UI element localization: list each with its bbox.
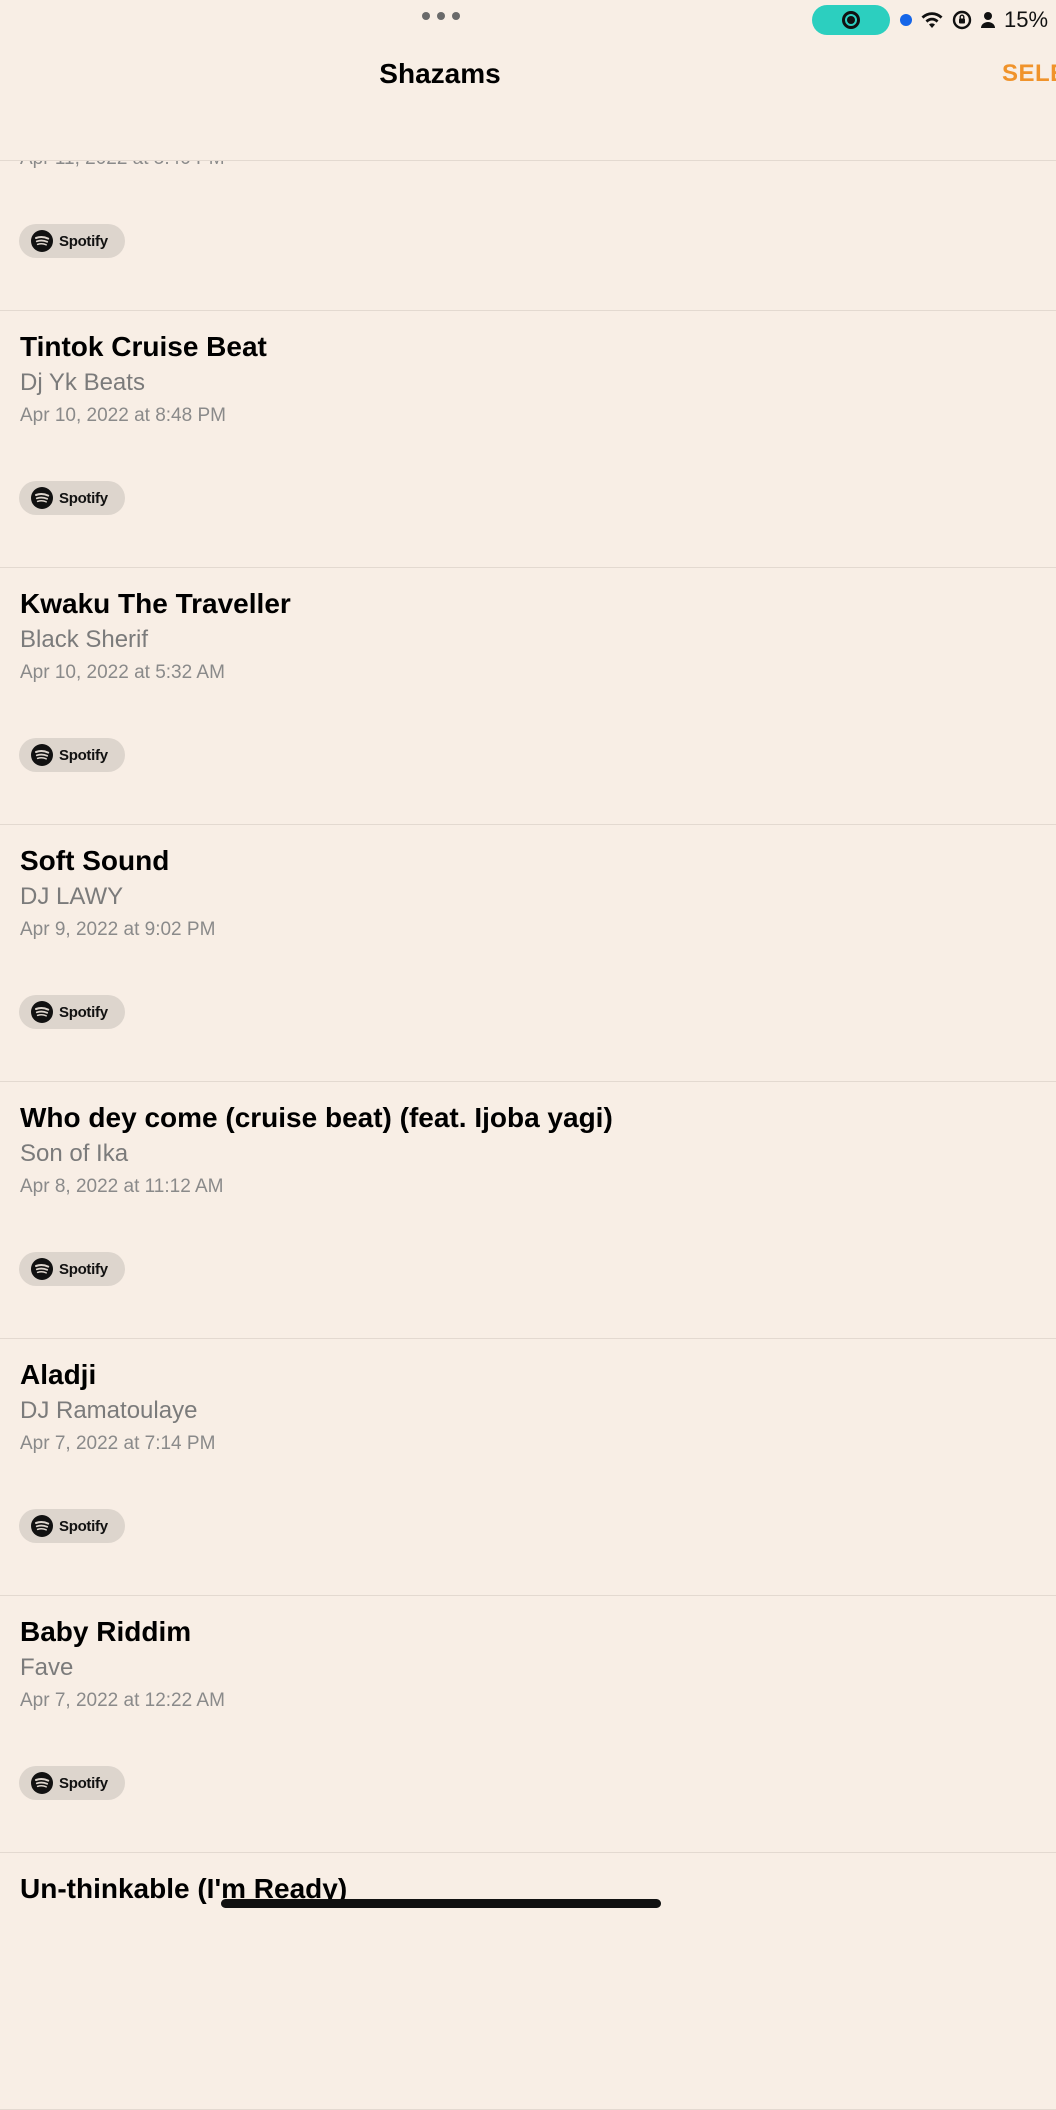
shazam-date: Apr 10, 2022 at 8:48 PM [20, 405, 226, 426]
spotify-icon [31, 1001, 53, 1023]
page-title: Shazams [379, 58, 501, 89]
shazam-date: Apr 8, 2022 at 11:12 AM [20, 1176, 224, 1197]
spotify-button[interactable]: Spotify [19, 995, 125, 1029]
song-title: Who dey come (cruise beat) (feat. Ijoba … [20, 1102, 613, 1133]
spotify-label: Spotify [59, 1003, 108, 1021]
list-item[interactable]: Who dey come (cruise beat) (feat. Ijoba … [0, 1082, 1056, 1339]
spotify-icon [31, 1258, 53, 1280]
list-item[interactable]: Baby Riddim Fave Apr 7, 2022 at 12:22 AM… [0, 1596, 1056, 1853]
spotify-button[interactable]: Spotify [19, 1509, 125, 1543]
song-artist: Fave [20, 1654, 74, 1681]
song-title: Tintok Cruise Beat [20, 331, 267, 362]
song-artist: Dj Yk Beats [20, 369, 145, 396]
spotify-button[interactable]: Spotify [19, 481, 125, 515]
song-artist: DJ LAWY [20, 883, 124, 910]
list-item[interactable]: Tintok Cruise Beat Dj Yk Beats Apr 10, 2… [0, 311, 1056, 568]
list-item[interactable]: Kwaku The Traveller Black Sherif Apr 10,… [0, 568, 1056, 825]
song-artist: DJ Ramatoulaye [20, 1397, 198, 1424]
select-button[interactable]: SELE [1002, 60, 1056, 88]
song-artist: Son of Ika [20, 1140, 129, 1167]
song-title: Kwaku The Traveller [20, 588, 291, 619]
spotify-icon [31, 744, 53, 766]
song-artist: Black Sherif [20, 626, 149, 653]
song-title: Baby Riddim [20, 1616, 192, 1647]
spotify-label: Spotify [59, 1517, 108, 1535]
spotify-button[interactable]: Spotify [19, 224, 125, 258]
spotify-button[interactable]: Spotify [19, 1252, 125, 1286]
spotify-label: Spotify [59, 232, 108, 250]
spotify-icon [31, 1772, 53, 1794]
spotify-label: Spotify [59, 746, 108, 764]
list-item[interactable]: Soft Sound DJ LAWY Apr 9, 2022 at 9:02 P… [0, 825, 1056, 1082]
navigation-bar: Shazams SELE [0, 40, 1056, 161]
home-indicator[interactable] [221, 1899, 661, 1908]
song-title: Aladji [20, 1359, 97, 1390]
spotify-icon [31, 230, 53, 252]
song-title: Soft Sound [20, 845, 170, 876]
list-item[interactable]: Aladji DJ Ramatoulaye Apr 7, 2022 at 7:1… [0, 1339, 1056, 1596]
shazam-date: Apr 7, 2022 at 12:22 AM [20, 1690, 225, 1711]
spotify-button[interactable]: Spotify [19, 1766, 125, 1800]
spotify-button[interactable]: Spotify [19, 738, 125, 772]
list-item[interactable]: Un-thinkable (I'm Ready) [0, 1853, 1056, 2110]
shazam-date: Apr 7, 2022 at 7:14 PM [20, 1433, 216, 1454]
shazam-list: Apr 11, 2022 at 5:40 PM Spotify Tintok C… [0, 0, 1056, 2110]
shazam-date: Apr 9, 2022 at 9:02 PM [20, 919, 216, 940]
shazam-date: Apr 10, 2022 at 5:32 AM [20, 662, 225, 683]
spotify-label: Spotify [59, 1774, 108, 1792]
spotify-icon [31, 1515, 53, 1537]
spotify-icon [31, 487, 53, 509]
spotify-label: Spotify [59, 1260, 108, 1278]
spotify-label: Spotify [59, 489, 108, 507]
